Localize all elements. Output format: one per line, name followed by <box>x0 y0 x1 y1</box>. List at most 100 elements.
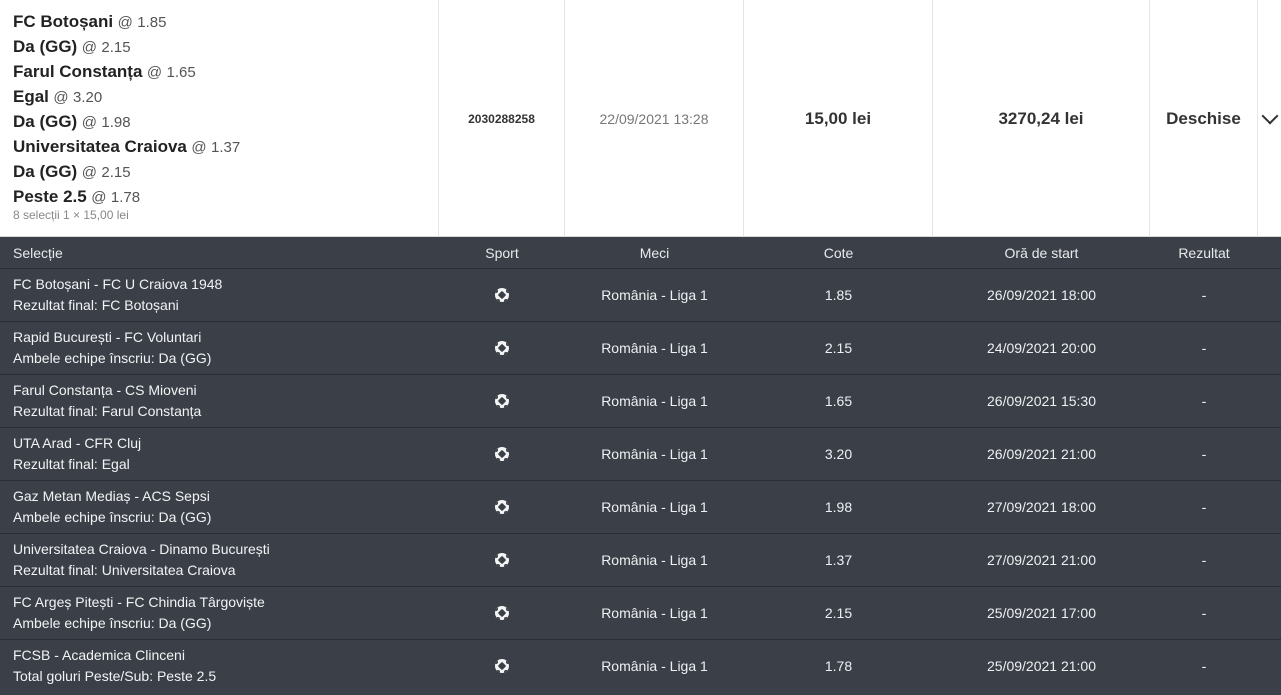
stake-amount: 15,00 lei <box>744 0 933 237</box>
start-time: 27/09/2021 18:00 <box>987 499 1096 515</box>
header-selection: Selecție <box>13 244 63 261</box>
match-name: FC Botoșani - FC U Craiova 1948 <box>13 276 223 292</box>
header-result: Rezultat <box>1178 244 1230 261</box>
market-name: Rezultat final: Universitatea Craiova <box>13 562 236 578</box>
sport-cell <box>439 341 565 355</box>
bet-summary-row[interactable]: FC Botoșani @ 1.85 Da (GG) @ 2.15 Farul … <box>0 0 1281 237</box>
league-name: România - Liga 1 <box>601 340 708 356</box>
result-value: - <box>1201 499 1207 515</box>
selection-at: @ <box>81 114 97 131</box>
selection-at: @ <box>146 64 163 81</box>
start-time: 26/09/2021 21:00 <box>987 446 1096 462</box>
start-time: 27/09/2021 21:00 <box>987 552 1096 568</box>
table-row: Universitatea Craiova - Dinamo București… <box>0 533 1281 586</box>
selection-odd: 1.85 <box>137 14 167 31</box>
match-name: Farul Constanța - CS Mioveni <box>13 382 197 398</box>
match-name: FCSB - Academica Clinceni <box>13 647 185 663</box>
sport-cell <box>439 394 565 408</box>
result-value: - <box>1201 340 1207 356</box>
ticket-id: 2030288258 <box>439 0 565 237</box>
soccer-ball-icon <box>495 341 509 355</box>
selection-item: Farul Constanța @ 1.65 <box>13 59 240 84</box>
selection-item: Da (GG) @ 2.15 <box>13 34 240 59</box>
selection-at: @ <box>191 139 207 156</box>
selection-odd: 1.37 <box>211 139 241 156</box>
selection-odd: 1.98 <box>101 114 131 131</box>
soccer-ball-icon <box>495 500 509 514</box>
league-name: România - Liga 1 <box>601 552 708 568</box>
selection-cell: UTA Arad - CFR Cluj Rezultat final: Egal <box>0 433 439 475</box>
selection-name: Universitatea Craiova <box>13 137 187 156</box>
selection-item: Da (GG) @ 1.98 <box>13 109 240 134</box>
selection-name: Da (GG) <box>13 162 78 181</box>
status-badge: Deschise <box>1150 0 1258 237</box>
sport-cell <box>439 288 565 302</box>
odds-value: 2.15 <box>824 340 853 356</box>
market-name: Rezultat final: FC Botoșani <box>13 297 179 313</box>
expand-toggle-button[interactable] <box>1258 0 1281 237</box>
sport-cell <box>439 447 565 461</box>
selection-item: FC Botoșani @ 1.85 <box>13 9 240 34</box>
table-row: FCSB - Academica Clinceni Total goluri Pe… <box>0 639 1281 692</box>
header-sport: Sport <box>485 244 519 261</box>
league-name: România - Liga 1 <box>601 499 708 515</box>
selection-name: FC Botoșani <box>13 12 114 31</box>
selection-cell: Farul Constanța - CS Mioveni Rezultat fin… <box>0 380 439 422</box>
sport-cell <box>439 500 565 514</box>
league-name: România - Liga 1 <box>601 605 708 621</box>
odds-value: 1.98 <box>824 499 853 515</box>
header-match: Meci <box>639 244 670 261</box>
start-time: 26/09/2021 18:00 <box>987 287 1096 303</box>
result-value: - <box>1201 605 1207 621</box>
header-odds: Cote <box>823 244 854 261</box>
potential-win: 3270,24 lei <box>933 0 1150 237</box>
start-time: 25/09/2021 21:00 <box>987 658 1096 674</box>
match-name: Rapid București - FC Voluntari <box>13 329 202 345</box>
odds-value: 1.65 <box>824 393 853 409</box>
soccer-ball-icon <box>495 553 509 567</box>
match-name: Universitatea Craiova - Dinamo București <box>13 541 270 557</box>
league-name: România - Liga 1 <box>601 658 708 674</box>
selection-list: FC Botoșani @ 1.85 Da (GG) @ 2.15 Farul … <box>13 9 240 209</box>
bet-meta: 8 selecții 1 × 15,00 lei <box>13 208 129 222</box>
details-rows: FC Botoșani - FC U Craiova 1948 Rezultat … <box>0 268 1281 692</box>
start-time: 26/09/2021 15:30 <box>987 393 1096 409</box>
selection-cell: Gaz Metan Mediaș - ACS Sepsi Ambele echip… <box>0 486 439 528</box>
market-name: Rezultat final: Egal <box>13 456 130 472</box>
soccer-ball-icon <box>495 659 509 673</box>
selection-odd: 3.20 <box>73 89 103 106</box>
selection-at: @ <box>81 39 97 56</box>
odds-value: 1.85 <box>824 287 853 303</box>
table-row: UTA Arad - CFR Cluj Rezultat final: Egal R… <box>0 427 1281 480</box>
selection-item: Egal @ 3.20 <box>13 84 240 109</box>
result-value: - <box>1201 658 1207 674</box>
sport-cell <box>439 659 565 673</box>
selection-item: Peste 2.5 @ 1.78 <box>13 184 240 209</box>
soccer-ball-icon <box>495 394 509 408</box>
selection-item: Universitatea Craiova @ 1.37 <box>13 134 240 159</box>
selection-name: Farul Constanța <box>13 62 143 81</box>
selection-cell: FC Botoșani - FC U Craiova 1948 Rezultat … <box>0 274 439 316</box>
match-name: Gaz Metan Mediaș - ACS Sepsi <box>13 488 210 504</box>
result-value: - <box>1201 446 1207 462</box>
selection-name: Da (GG) <box>13 37 78 56</box>
chevron-down-icon[interactable] <box>1261 107 1278 124</box>
soccer-ball-icon <box>495 606 509 620</box>
sport-cell <box>439 606 565 620</box>
result-value: - <box>1201 287 1207 303</box>
selection-name: Da (GG) <box>13 112 78 131</box>
selection-cell: Rapid București - FC Voluntari Ambele ech… <box>0 327 439 369</box>
selection-cell: Universitatea Craiova - Dinamo București… <box>0 539 439 581</box>
selection-cell: FCSB - Academica Clinceni Total goluri Pe… <box>0 645 439 687</box>
start-time: 25/09/2021 17:00 <box>987 605 1096 621</box>
selection-odd: 2.15 <box>101 39 131 56</box>
selection-at: @ <box>117 14 133 31</box>
table-row: FC Argeș Pitești - FC Chindia Târgoviște… <box>0 586 1281 639</box>
table-row: Gaz Metan Mediaș - ACS Sepsi Ambele echip… <box>0 480 1281 533</box>
soccer-ball-icon <box>495 447 509 461</box>
market-name: Rezultat final: Farul Constanța <box>13 403 202 419</box>
selection-cell: FC Argeș Pitești - FC Chindia Târgoviște… <box>0 592 439 634</box>
table-row: Farul Constanța - CS Mioveni Rezultat fin… <box>0 374 1281 427</box>
odds-value: 2.15 <box>824 605 853 621</box>
match-name: FC Argeș Pitești - FC Chindia Târgoviște <box>13 594 265 610</box>
